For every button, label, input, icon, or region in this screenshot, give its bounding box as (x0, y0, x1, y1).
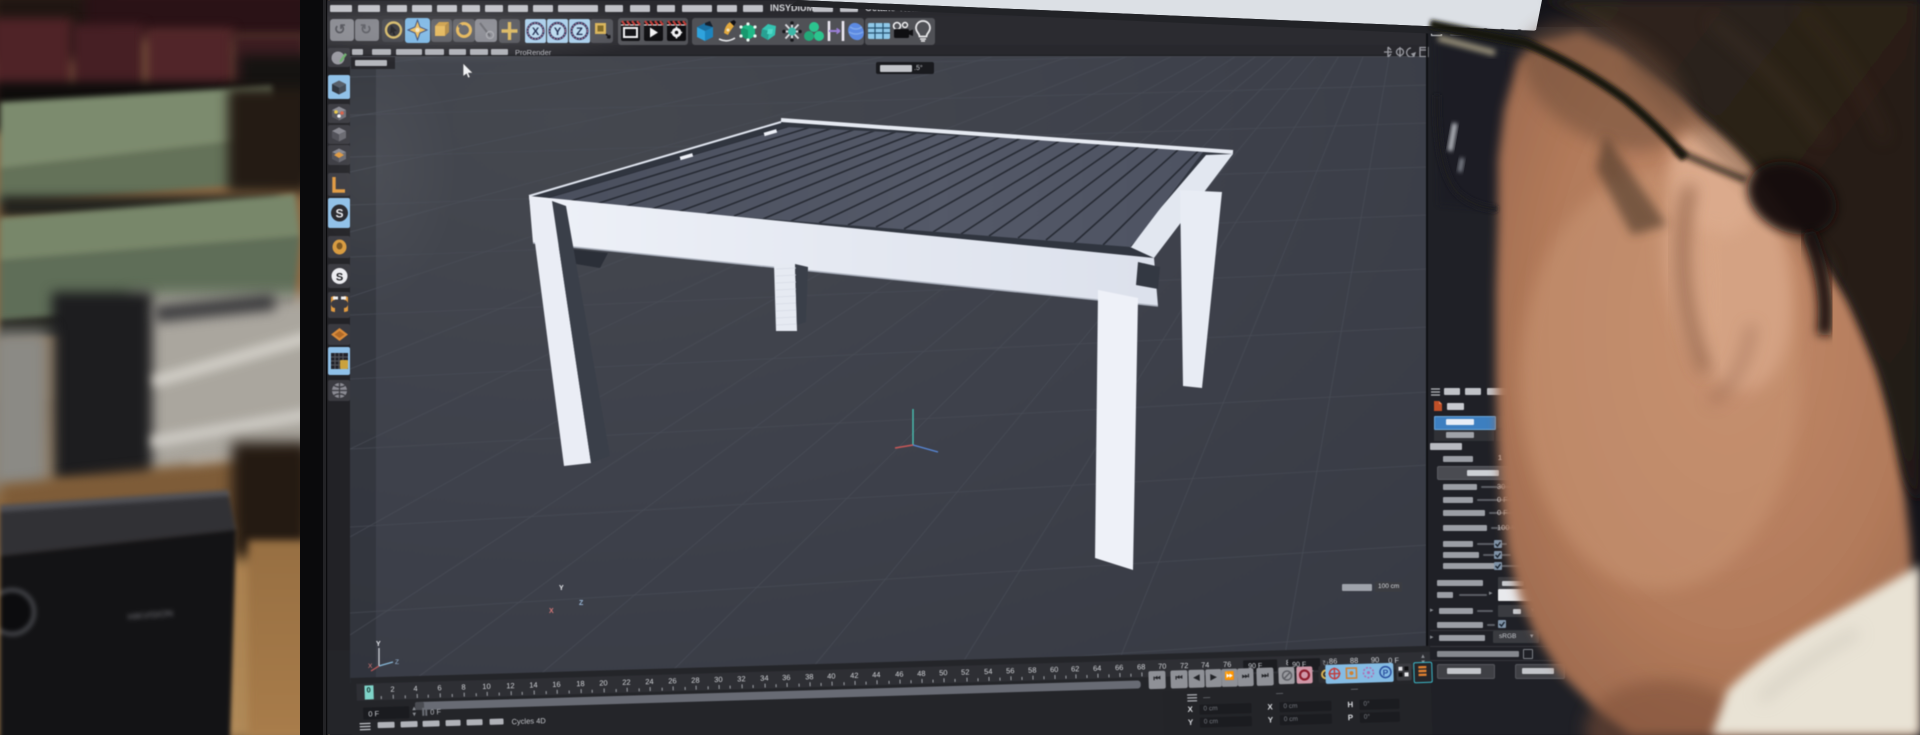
svg-text:Y: Y (376, 641, 381, 648)
svg-text:X: X (368, 663, 373, 670)
svg-text:Z: Z (395, 659, 399, 666)
